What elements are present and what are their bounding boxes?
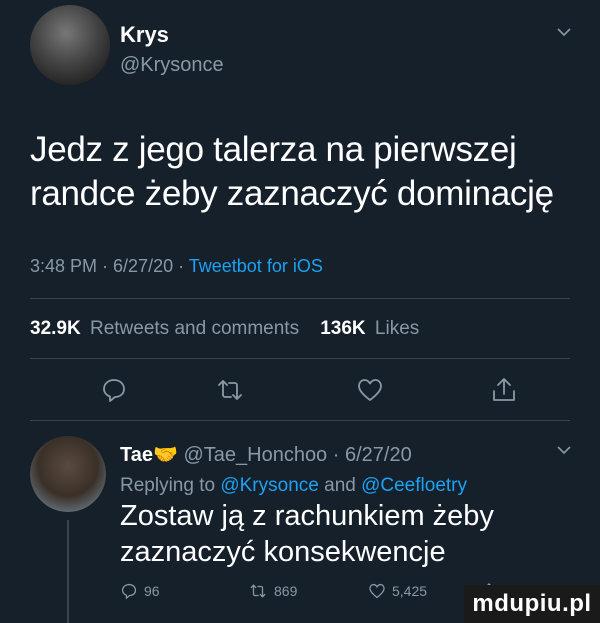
- likes-label[interactable]: Likes: [375, 318, 419, 339]
- retweet-count: 869: [274, 583, 298, 599]
- like-count: 5,425: [392, 583, 428, 599]
- reply-retweet-button[interactable]: 869: [248, 582, 297, 600]
- reply-count: 96: [144, 583, 160, 599]
- tweet-meta: 3:48 PM · 6/27/20 · Tweetbot for iOS: [30, 256, 323, 277]
- like-icon[interactable]: [356, 376, 384, 404]
- reply-author-name[interactable]: Tae: [120, 444, 153, 466]
- reply-icon[interactable]: [100, 376, 128, 404]
- reply-icon: [121, 583, 137, 600]
- action-bar: [0, 376, 600, 410]
- replying-to: Replying to @Krysonce and @Ceefloetry: [120, 475, 467, 497]
- tweet-text: Jedz z jego talerza na pierwszej randce …: [30, 130, 554, 213]
- chevron-down-icon[interactable]: [556, 24, 572, 40]
- author-name[interactable]: Krys: [120, 22, 169, 48]
- divider: [30, 298, 570, 299]
- retweet-icon: [250, 584, 266, 598]
- tweet-client-link[interactable]: Tweetbot for iOS: [189, 256, 323, 276]
- reply-text: Zostaw ją z rachunkiem żeby zaznaczyć ko…: [120, 500, 494, 568]
- reply-header: Tae🤝 @Tae_Honchoo · 6/27/20: [120, 442, 412, 467]
- handshake-emoji: 🤝: [152, 444, 178, 466]
- mention-link[interactable]: @Ceefloetry: [361, 475, 467, 496]
- author-avatar[interactable]: [30, 5, 110, 85]
- replying-prefix: Replying to: [120, 475, 221, 496]
- reply-like-button[interactable]: 5,425: [368, 582, 427, 600]
- reply-reply-button[interactable]: 96: [120, 582, 160, 600]
- reply-meta[interactable]: @Tae_Honchoo · 6/27/20: [183, 444, 411, 466]
- retweet-icon[interactable]: [216, 376, 244, 404]
- watermark-logo: mdupiu.pl: [464, 585, 600, 623]
- mention-link[interactable]: @Krysonce: [220, 475, 319, 496]
- chevron-down-icon[interactable]: [556, 442, 572, 458]
- divider: [30, 420, 570, 421]
- tweet-time: 3:48 PM · 6/27/20 ·: [30, 256, 189, 276]
- share-icon[interactable]: [490, 376, 518, 404]
- likes-count[interactable]: 136K: [320, 318, 365, 339]
- and-word: and: [318, 475, 362, 496]
- reply-author-avatar[interactable]: [30, 436, 106, 512]
- tweet-stats: 32.9K Retweets and comments 136K Likes: [30, 318, 419, 340]
- like-icon: [369, 583, 385, 599]
- thread-line: [67, 520, 69, 623]
- divider: [30, 358, 570, 359]
- author-handle[interactable]: @Krysonce: [120, 54, 224, 77]
- retweets-count[interactable]: 32.9K: [30, 318, 81, 339]
- retweets-label[interactable]: Retweets and comments: [90, 318, 299, 339]
